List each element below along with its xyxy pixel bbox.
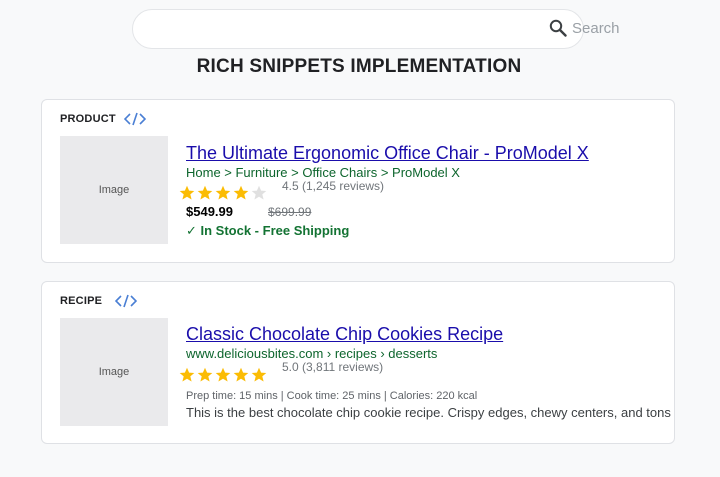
- product-availability: ✓ In Stock - Free Shipping: [186, 223, 350, 238]
- star-filled-icon: [179, 367, 195, 382]
- product-title-link[interactable]: The Ultimate Ergonomic Office Chair - Pr…: [186, 142, 589, 164]
- recipe-image-placeholder: Image: [60, 318, 168, 426]
- card-type-label: PRODUCT: [60, 113, 116, 125]
- search-icon[interactable]: [549, 19, 567, 37]
- star-filled-icon: [233, 367, 249, 382]
- star-filled-icon: [179, 185, 195, 200]
- recipe-snippet-card: RECIPE Image Classic Chocolate Chip Cook…: [41, 281, 675, 444]
- code-icon[interactable]: [115, 294, 137, 308]
- product-rating-text: 4.5 (1,245 reviews): [282, 179, 385, 193]
- product-old-price: $699.99: [268, 205, 312, 219]
- recipe-star-rating: [179, 367, 267, 383]
- product-snippet-card: PRODUCT Image The Ultimate Ergonomic Off…: [41, 99, 675, 263]
- code-icon[interactable]: [124, 112, 146, 126]
- card-type-label: RECIPE: [60, 295, 103, 307]
- search-placeholder[interactable]: Search: [572, 20, 620, 38]
- star-filled-icon: [251, 367, 267, 382]
- star-empty-icon: [251, 185, 267, 200]
- star-filled-icon: [215, 185, 231, 200]
- recipe-rating-text: 5.0 (3,811 reviews): [282, 360, 384, 374]
- star-filled-icon: [197, 185, 213, 200]
- recipe-description: This is the best chocolate chip cookie r…: [186, 405, 674, 420]
- star-filled-icon: [233, 185, 249, 200]
- star-filled-icon: [215, 367, 231, 382]
- recipe-meta: Prep time: 15 mins | Cook time: 25 mins …: [186, 390, 478, 402]
- page-title: RICH SNIPPETS IMPLEMENTATION: [196, 56, 522, 77]
- star-filled-icon: [197, 367, 213, 382]
- product-star-rating: [179, 185, 267, 201]
- product-image-placeholder: Image: [60, 136, 168, 244]
- product-price: $549.99: [186, 204, 233, 219]
- search-bar[interactable]: [132, 9, 584, 49]
- recipe-title-link[interactable]: Classic Chocolate Chip Cookies Recipe: [186, 323, 503, 345]
